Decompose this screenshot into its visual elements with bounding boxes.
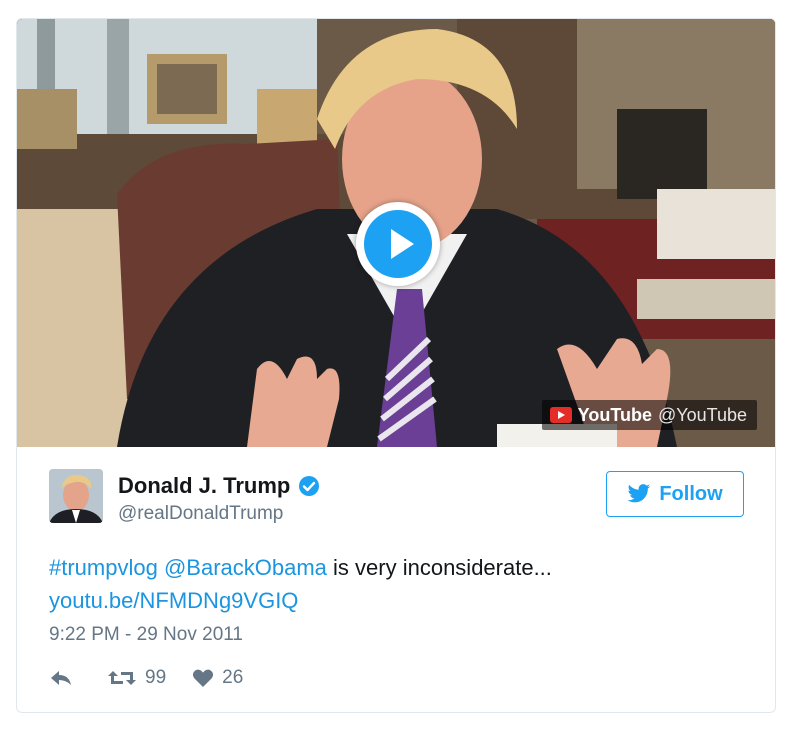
avatar[interactable] — [49, 469, 103, 523]
retweet-button[interactable]: 99 — [107, 667, 166, 689]
like-count: 26 — [222, 667, 244, 688]
play-icon — [364, 210, 432, 278]
youtube-handle: @YouTube — [657, 404, 747, 425]
reply-icon — [51, 671, 71, 685]
youtube-label: YouTube — [577, 404, 652, 425]
author-name[interactable]: Donald J. Trump — [118, 473, 290, 499]
youtube-icon — [549, 407, 572, 423]
retweet-icon — [108, 671, 136, 685]
tweet-body: Donald J. Trump @realDonaldTrump Follow … — [17, 447, 775, 712]
reply-button[interactable] — [49, 668, 73, 688]
youtube-attribution[interactable]: YouTube @YouTube — [541, 400, 757, 430]
video-link[interactable]: youtu.be/NFMDNg9VGIQ — [49, 588, 298, 613]
mention-link[interactable]: @BarackObama — [164, 555, 327, 580]
verified-icon — [299, 476, 320, 496]
follow-label: Follow — [659, 482, 723, 505]
retweet-count: 99 — [145, 667, 167, 688]
tweet-text: #trumpvlog @BarackObama is very inconsid… — [49, 551, 739, 617]
heart-icon — [193, 669, 214, 687]
hashtag-link[interactable]: #trumpvlog — [49, 555, 158, 580]
like-button[interactable]: 26 — [192, 667, 243, 689]
follow-button[interactable]: Follow — [606, 471, 744, 517]
twitter-bird-icon — [627, 484, 651, 503]
author-name-row[interactable]: Donald J. Trump — [118, 473, 320, 499]
video-thumbnail[interactable]: YouTube @YouTube — [17, 19, 775, 447]
tweet-text-body: is very inconsiderate... — [326, 555, 552, 580]
avatar-image — [49, 469, 103, 523]
tweet-actions: 99 26 — [49, 667, 243, 689]
author-handle[interactable]: @realDonaldTrump — [118, 503, 283, 525]
embedded-tweet-card: YouTube @YouTube Donald J. Trump @realDo… — [16, 18, 776, 713]
tweet-timestamp[interactable]: 9:22 PM - 29 Nov 2011 — [49, 624, 243, 646]
play-button[interactable] — [356, 202, 440, 286]
